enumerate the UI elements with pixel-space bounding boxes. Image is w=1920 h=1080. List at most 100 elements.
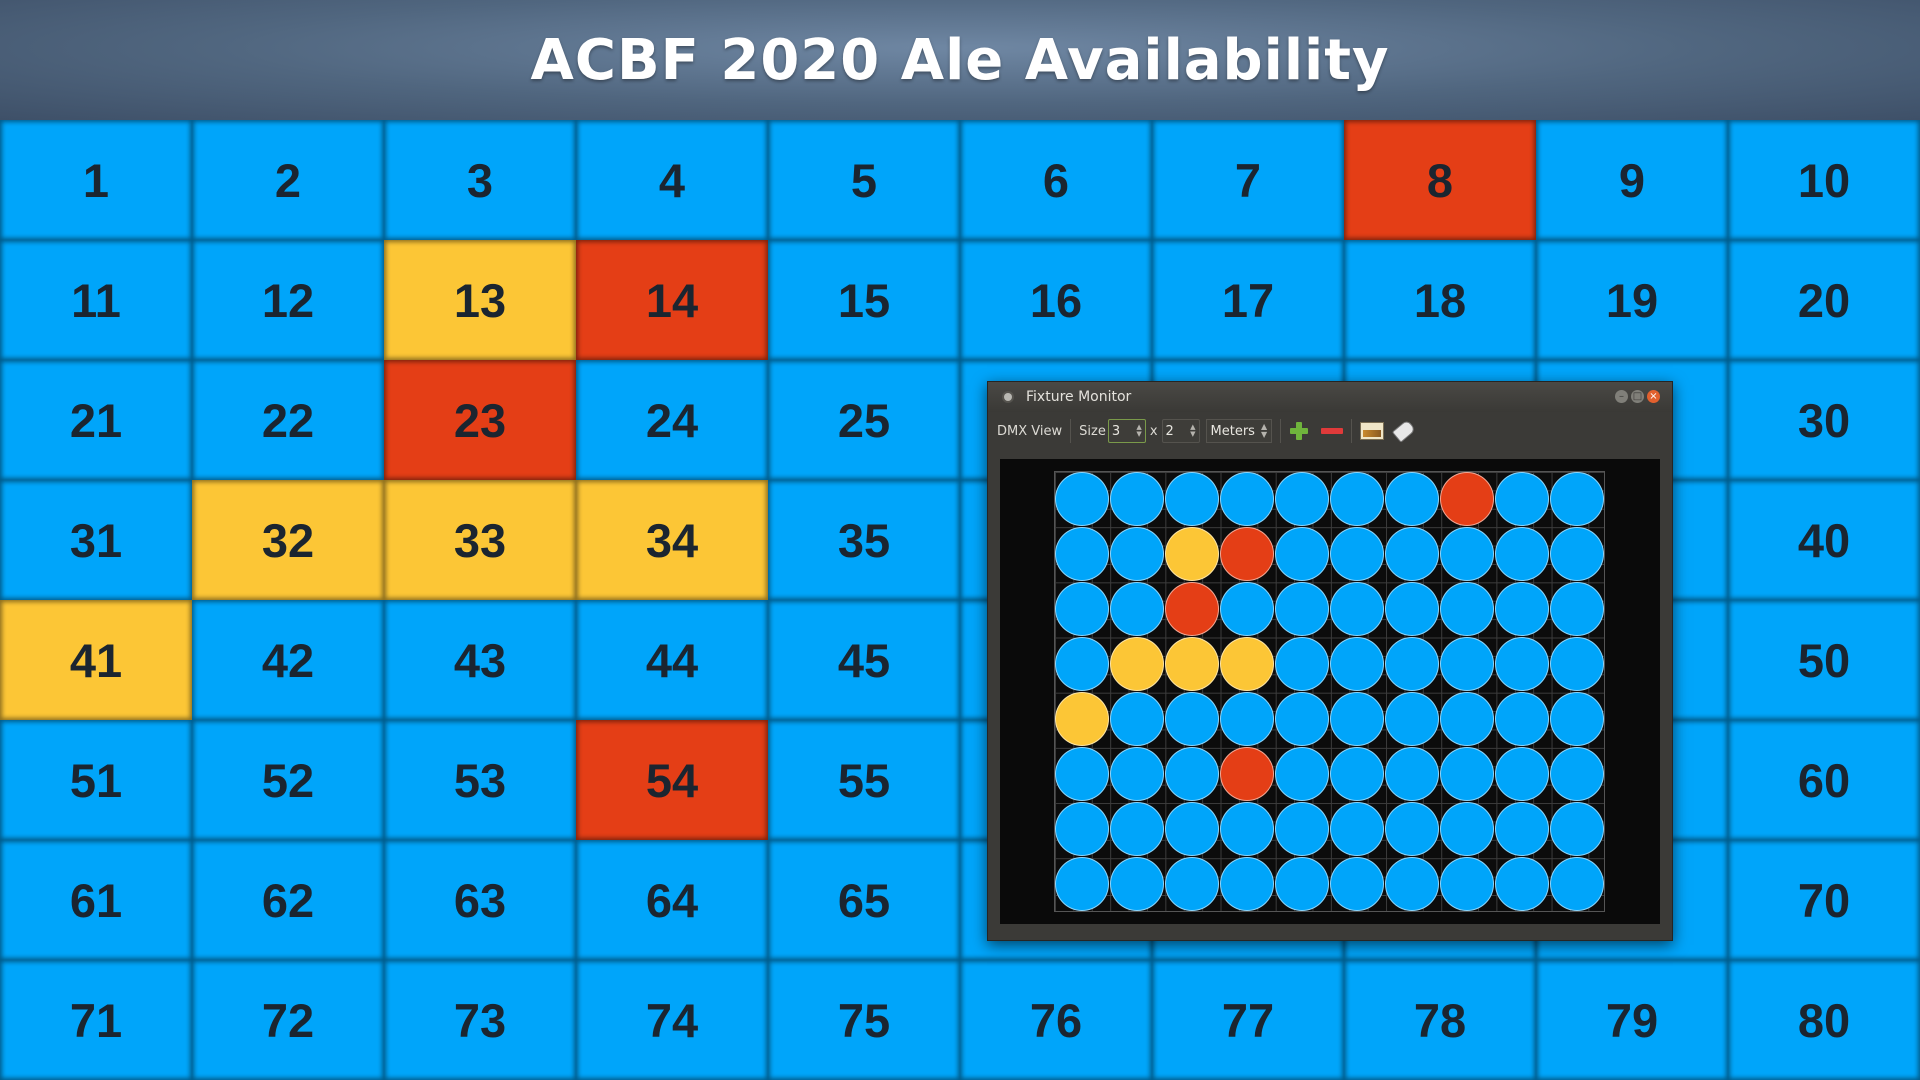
fixture-dot[interactable] bbox=[1330, 692, 1384, 746]
fixture-dot[interactable] bbox=[1110, 637, 1164, 691]
fixture-dot[interactable] bbox=[1275, 692, 1329, 746]
fixture-dot[interactable] bbox=[1550, 637, 1604, 691]
fixture-dot[interactable] bbox=[1220, 582, 1274, 636]
fixture-dot[interactable] bbox=[1550, 747, 1604, 801]
fixture-dot[interactable] bbox=[1165, 747, 1219, 801]
fixture-dot[interactable] bbox=[1440, 527, 1494, 581]
fixture-dot[interactable] bbox=[1440, 582, 1494, 636]
minimize-button[interactable]: – bbox=[1615, 390, 1628, 403]
fixture-dot[interactable] bbox=[1055, 857, 1109, 911]
fixture-dot[interactable] bbox=[1220, 692, 1274, 746]
fixture-dot[interactable] bbox=[1275, 472, 1329, 526]
fixture-dot[interactable] bbox=[1165, 857, 1219, 911]
background-image-icon[interactable] bbox=[1360, 422, 1385, 440]
fixture-dot[interactable] bbox=[1055, 472, 1109, 526]
fixture-dot[interactable] bbox=[1330, 472, 1384, 526]
fixture-dot[interactable] bbox=[1275, 637, 1329, 691]
fixture-dot[interactable] bbox=[1550, 802, 1604, 856]
fixture-dot[interactable] bbox=[1110, 747, 1164, 801]
fixture-dot[interactable] bbox=[1495, 637, 1549, 691]
fixture-dot[interactable] bbox=[1220, 637, 1274, 691]
label-tag-icon[interactable] bbox=[1391, 419, 1417, 443]
width-spinbox[interactable]: 3 ▲ ▼ bbox=[1107, 419, 1146, 443]
fixture-dot[interactable] bbox=[1055, 747, 1109, 801]
ale-cell: 18 bbox=[1344, 240, 1536, 360]
fixture-dot[interactable] bbox=[1440, 802, 1494, 856]
fixture-dot[interactable] bbox=[1275, 527, 1329, 581]
close-button[interactable]: × bbox=[1647, 390, 1660, 403]
fixture-dot[interactable] bbox=[1385, 527, 1439, 581]
fixture-dot[interactable] bbox=[1495, 472, 1549, 526]
fixture-dot[interactable] bbox=[1220, 747, 1274, 801]
fixture-dot[interactable] bbox=[1330, 582, 1384, 636]
fixture-dot[interactable] bbox=[1385, 582, 1439, 636]
fixture-dot[interactable] bbox=[1495, 802, 1549, 856]
fixture-dot[interactable] bbox=[1385, 857, 1439, 911]
fixture-dot[interactable] bbox=[1275, 802, 1329, 856]
fixture-dot[interactable] bbox=[1330, 637, 1384, 691]
fixture-dot[interactable] bbox=[1550, 527, 1604, 581]
fixture-dot[interactable] bbox=[1275, 857, 1329, 911]
ale-cell: 14 bbox=[576, 240, 768, 360]
fixture-dot[interactable] bbox=[1440, 692, 1494, 746]
remove-icon[interactable] bbox=[1321, 428, 1344, 434]
fixture-dot[interactable] bbox=[1495, 692, 1549, 746]
fixture-dot[interactable] bbox=[1110, 802, 1164, 856]
add-icon[interactable] bbox=[1289, 421, 1309, 441]
fixture-dot[interactable] bbox=[1165, 637, 1219, 691]
fixture-dot[interactable] bbox=[1495, 857, 1549, 911]
maximize-button[interactable]: □ bbox=[1631, 390, 1644, 403]
fixture-dot[interactable] bbox=[1220, 472, 1274, 526]
fixture-dot[interactable] bbox=[1385, 472, 1439, 526]
fixture-dot[interactable] bbox=[1385, 637, 1439, 691]
fixture-dot[interactable] bbox=[1495, 747, 1549, 801]
fixture-dot[interactable] bbox=[1055, 637, 1109, 691]
fixture-dot[interactable] bbox=[1275, 582, 1329, 636]
fixture-dot[interactable] bbox=[1055, 527, 1109, 581]
fixture-dot[interactable] bbox=[1220, 527, 1274, 581]
fixture-dot[interactable] bbox=[1440, 637, 1494, 691]
fixture-dot[interactable] bbox=[1275, 747, 1329, 801]
unit-select[interactable]: Meters ▲ ▼ bbox=[1205, 419, 1273, 443]
monitor-canvas[interactable] bbox=[1000, 459, 1660, 924]
fixture-dot[interactable] bbox=[1220, 857, 1274, 911]
fixture-dot[interactable] bbox=[1385, 747, 1439, 801]
height-spinbox[interactable]: 2 ▲ ▼ bbox=[1161, 419, 1200, 443]
spin-arrows-icon[interactable]: ▲ ▼ bbox=[1190, 424, 1195, 438]
fixture-dot[interactable] bbox=[1055, 802, 1109, 856]
fixture-dot[interactable] bbox=[1330, 527, 1384, 581]
fixture-dot[interactable] bbox=[1550, 582, 1604, 636]
spin-arrows-icon[interactable]: ▲ ▼ bbox=[1136, 424, 1141, 438]
fixture-dot[interactable] bbox=[1440, 472, 1494, 526]
fixture-dot[interactable] bbox=[1110, 582, 1164, 636]
fixture-dot[interactable] bbox=[1385, 692, 1439, 746]
fixture-dot[interactable] bbox=[1550, 472, 1604, 526]
ale-cell: 80 bbox=[1728, 960, 1920, 1080]
fixture-dot[interactable] bbox=[1330, 747, 1384, 801]
fixture-dot[interactable] bbox=[1220, 802, 1274, 856]
fixture-dot[interactable] bbox=[1165, 802, 1219, 856]
fixture-dot[interactable] bbox=[1165, 692, 1219, 746]
fixture-dot[interactable] bbox=[1330, 857, 1384, 911]
fixture-dot[interactable] bbox=[1165, 582, 1219, 636]
window-controls: – □ × bbox=[1615, 390, 1660, 403]
fixture-monitor-window[interactable]: Fixture Monitor – □ × DMX View Size 3 ▲ ▼… bbox=[987, 381, 1673, 941]
fixture-dot[interactable] bbox=[1330, 802, 1384, 856]
fixture-dot[interactable] bbox=[1550, 857, 1604, 911]
fixture-dot[interactable] bbox=[1165, 527, 1219, 581]
fixture-dot[interactable] bbox=[1385, 802, 1439, 856]
fixture-dot[interactable] bbox=[1495, 582, 1549, 636]
fixture-dot[interactable] bbox=[1440, 857, 1494, 911]
fixture-dot[interactable] bbox=[1165, 472, 1219, 526]
window-titlebar[interactable]: Fixture Monitor – □ × bbox=[988, 382, 1672, 412]
fixture-dot[interactable] bbox=[1495, 527, 1549, 581]
fixture-dot[interactable] bbox=[1550, 692, 1604, 746]
fixture-dot[interactable] bbox=[1110, 527, 1164, 581]
dmx-view-toggle[interactable]: DMX View bbox=[997, 424, 1062, 439]
fixture-dot[interactable] bbox=[1055, 582, 1109, 636]
fixture-dot[interactable] bbox=[1055, 692, 1109, 746]
fixture-dot[interactable] bbox=[1110, 472, 1164, 526]
fixture-dot[interactable] bbox=[1440, 747, 1494, 801]
fixture-dot[interactable] bbox=[1110, 692, 1164, 746]
fixture-dot[interactable] bbox=[1110, 857, 1164, 911]
